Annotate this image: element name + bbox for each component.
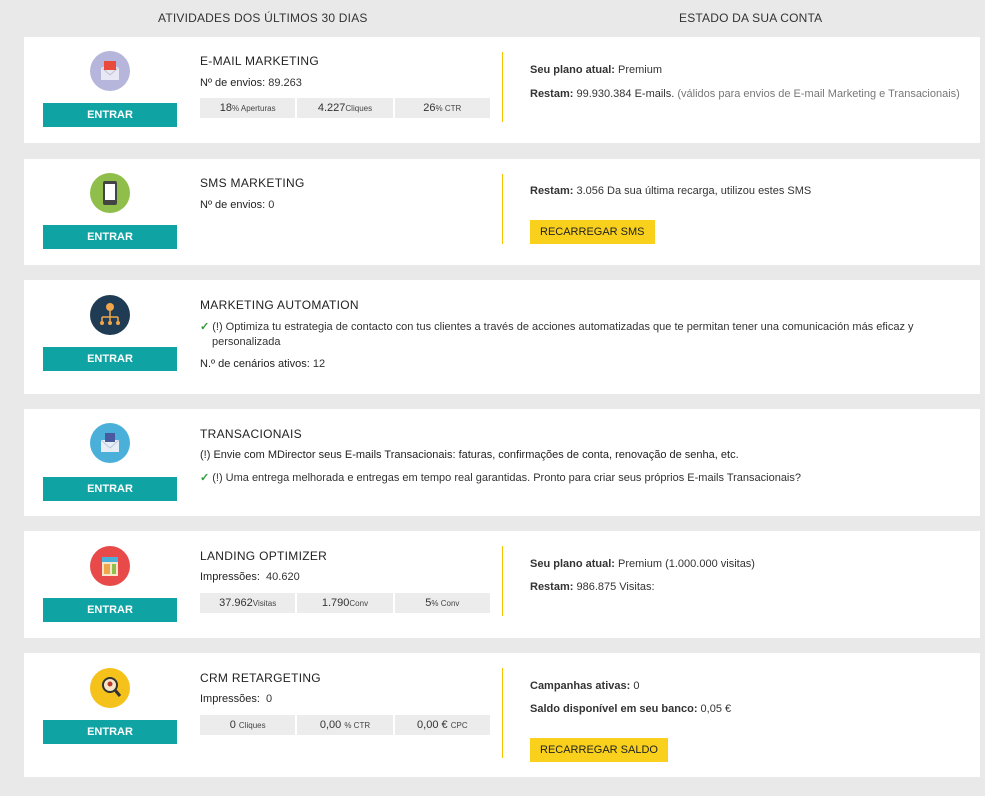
email-sends-label: Nº de envios: [200,77,266,89]
account-status-header: ESTADO DA SUA CONTA [679,11,823,25]
activities-header: ATIVIDADES DOS ÚLTIMOS 30 DIAS [158,11,368,25]
automation-icon [90,295,130,335]
landing-stat-conversions: 1.790Conv [297,593,393,613]
automation-note: ✓ (!) Optimiza tu estrategia de contacto … [200,321,914,333]
crm-enter-button[interactable]: ENTRAR [43,720,177,744]
checkmark-icon: ✓ [200,321,210,333]
sms-enter-button[interactable]: ENTRAR [43,225,177,249]
landing-stat-conv-rate: 5% Conv [394,593,490,613]
crm-impressions: Impressões: 0 [200,693,273,705]
landing-stat-visits: 37.962Visitas [200,593,296,613]
transactional-card: ENTRAR TRANSACIONAIS (!) Envie com MDire… [24,409,980,516]
crm-balance: Saldo disponível em seu banco: 0,05 € [530,703,732,715]
sms-remain: Restam: 3.056 Da sua última recarga, uti… [530,185,812,197]
sms-marketing-card: ENTRAR SMS MARKETING Nº de envios: 0 Res… [24,159,980,265]
email-sends-value: 89.263 [268,77,302,89]
landing-page-icon [90,546,130,586]
email-sends: Nº de envios: 89.263 [200,77,302,89]
sms-divider [502,174,503,244]
transactional-envelope-icon [90,423,130,463]
crm-retargeting-card: ENTRAR CRM RETARGETING Impressões: 0 0 C… [24,653,980,777]
automation-note-cont: personalizada [212,336,281,348]
crm-campaigns: Campanhas ativas: 0 [530,680,640,692]
recharge-sms-button[interactable]: RECARREGAR SMS [530,220,655,244]
transactional-info: (!) Envie com MDirector seus E-mails Tra… [200,449,739,461]
landing-remain: Restam: 986.875 Visitas: [530,581,655,593]
crm-stats: 0 Cliques 0,00 % CTR 0,00 € CPC [200,715,490,735]
crm-stat-clicks: 0 Cliques [200,715,296,735]
crm-stat-cpc: 0,00 € CPC [394,715,490,735]
sms-title: SMS MARKETING [200,176,305,190]
crm-divider [502,668,503,758]
landing-stats: 37.962Visitas 1.790Conv 5% Conv [200,593,490,613]
automation-enter-button[interactable]: ENTRAR [43,347,177,371]
landing-plan: Seu plano atual: Premium (1.000.000 visi… [530,558,755,570]
landing-divider [502,546,503,616]
transactional-title: TRANSACIONAIS [200,427,302,441]
email-divider [502,52,503,122]
automation-title: MARKETING AUTOMATION [200,298,359,312]
landing-enter-button[interactable]: ENTRAR [43,598,177,622]
email-stat-opens: 18% Aperturas [200,98,296,118]
email-stats: 18% Aperturas 4.227Cliques 26% CTR [200,98,490,118]
email-remain-note: (válidos para envios de E-mail Marketing… [677,88,960,100]
checkmark-icon: ✓ [200,472,210,484]
landing-title: LANDING OPTIMIZER [200,549,328,563]
email-remain: Restam: 99.930.384 E-mails. (válidos par… [530,88,960,100]
email-stat-clicks: 4.227Cliques [297,98,393,118]
marketing-automation-card: ENTRAR MARKETING AUTOMATION ✓ (!) Optimiz… [24,280,980,394]
crm-stat-ctr: 0,00 % CTR [297,715,393,735]
landing-optimizer-card: ENTRAR LANDING OPTIMIZER Impressões: 40.… [24,531,980,638]
envelope-icon [90,51,130,91]
automation-scenarios: N.º de cenários ativos: 12 [200,358,326,370]
recharge-balance-button[interactable]: RECARREGAR SALDO [530,738,668,762]
landing-impressions: Impressões: 40.620 [200,571,300,583]
crm-title: CRM RETARGETING [200,671,321,685]
crm-user-icon [90,668,130,708]
email-plan: Seu plano atual: Premium [530,64,663,76]
phone-icon [90,173,130,213]
email-title: E-MAIL MARKETING [200,54,320,68]
email-marketing-card: ENTRAR E-MAIL MARKETING Nº de envios: 89… [24,37,980,143]
transactional-note: ✓ (!) Uma entrega melhorada e entregas em… [200,472,801,484]
transactional-enter-button[interactable]: ENTRAR [43,477,177,501]
sms-sends: Nº de envios: 0 [200,199,275,211]
email-enter-button[interactable]: ENTRAR [43,103,177,127]
email-stat-ctr: 26% CTR [394,98,490,118]
